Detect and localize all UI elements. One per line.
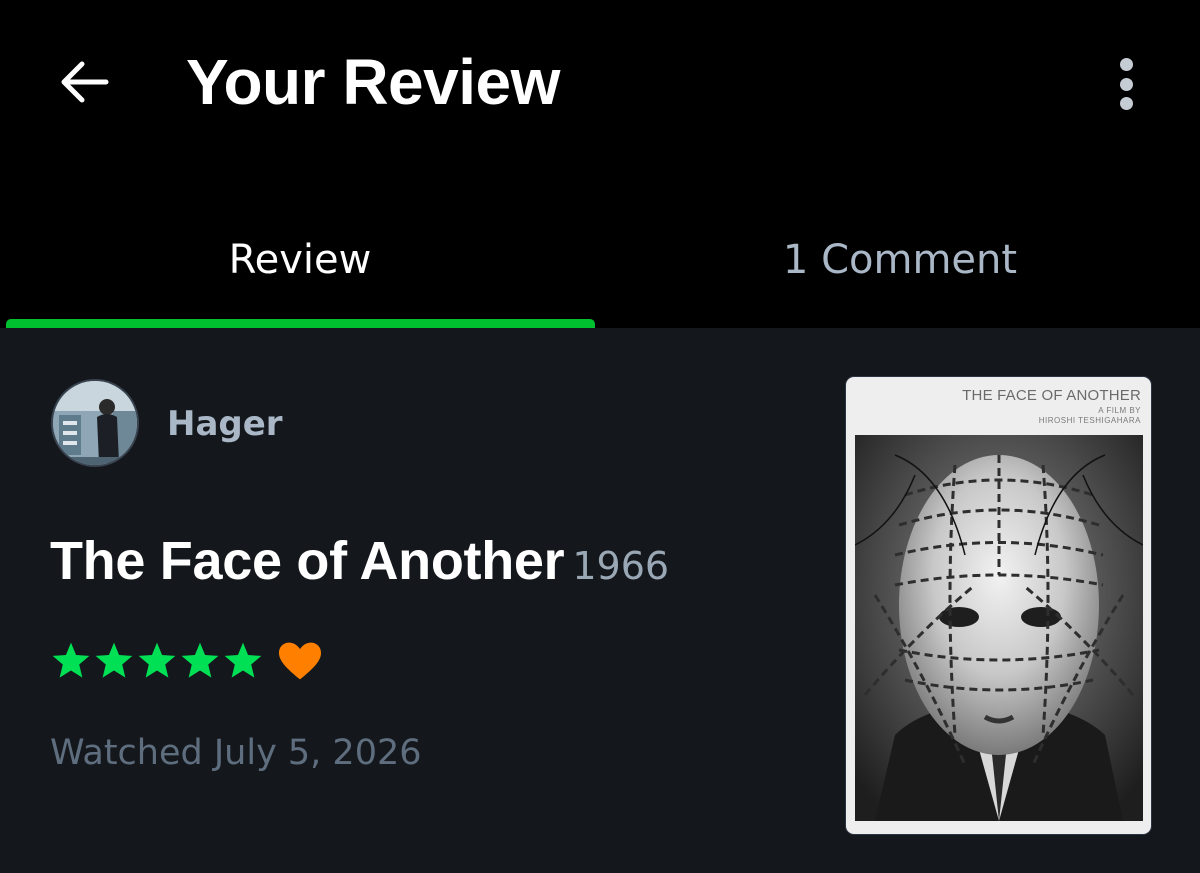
poster-title: THE FACE OF ANOTHER [962, 387, 1141, 404]
arrow-left-icon [61, 61, 109, 103]
film-title[interactable]: The Face of Another [50, 531, 565, 591]
heart-icon [279, 642, 321, 680]
poster-credit: A FILM BY HIROSHI TESHIGAHARA [1039, 406, 1141, 426]
tab-comments[interactable]: 1 Comment [600, 230, 1200, 290]
poster-credit-line2: HIROSHI TESHIGAHARA [1038, 416, 1141, 425]
page-title: Your Review [186, 46, 560, 118]
rating-row [50, 640, 323, 682]
film-poster[interactable]: THE FACE OF ANOTHER A FILM BY HIROSHI TE… [846, 377, 1151, 834]
star-icon [181, 642, 219, 678]
back-button[interactable] [52, 50, 116, 114]
more-vertical-icon-dot [1119, 77, 1133, 91]
star-icon [95, 642, 133, 678]
more-vertical-icon [1119, 58, 1133, 71]
star-icon [224, 642, 262, 678]
watched-date: Watched July 5, 2026 [50, 733, 422, 773]
more-options-button[interactable] [1106, 54, 1146, 114]
film-heading: The Face of Another 1966 [50, 530, 669, 592]
avatar-image [53, 381, 137, 465]
more-vertical-icon-dot [1119, 97, 1133, 110]
film-year[interactable]: 1966 [572, 544, 669, 588]
star-icon [138, 642, 176, 678]
reviewer-name[interactable]: Hager [167, 404, 283, 444]
active-tab-indicator [6, 319, 595, 328]
tab-review[interactable]: Review [0, 230, 600, 290]
poster-credit-line1: A FILM BY [1098, 406, 1141, 415]
poster-artwork [855, 435, 1143, 821]
avatar[interactable] [51, 379, 139, 467]
star-icon [52, 642, 90, 678]
